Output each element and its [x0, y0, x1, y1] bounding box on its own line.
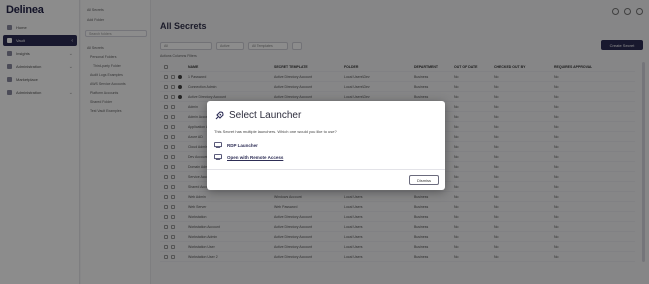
remote-access-launcher-link[interactable]: Open with Remote Access: [214, 154, 283, 160]
launcher-label[interactable]: RDP Launcher: [227, 143, 258, 148]
dialog-title: Select Launcher: [229, 110, 302, 121]
dialog-message: This Secret has multiple launchers. Whic…: [214, 129, 337, 134]
select-launcher-dialog: Select Launcher This Secret has multiple…: [207, 101, 445, 190]
dialog-divider: [207, 169, 445, 170]
rocket-icon: [215, 110, 224, 119]
rdp-launcher-link[interactable]: RDP Launcher: [214, 142, 258, 148]
monitor-icon: [214, 154, 222, 160]
dismiss-button[interactable]: Dismiss: [409, 175, 439, 185]
launcher-label[interactable]: Open with Remote Access: [227, 155, 283, 160]
monitor-icon: [214, 142, 222, 148]
dialog-header: Select Launcher: [214, 110, 301, 121]
